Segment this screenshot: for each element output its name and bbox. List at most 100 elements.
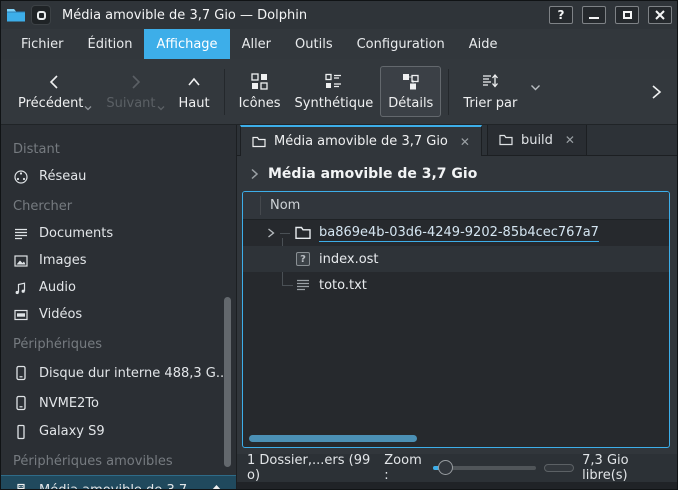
compact-view-button[interactable]: Synthétique xyxy=(288,67,381,116)
music-note-icon xyxy=(13,280,29,296)
file-row[interactable]: toto.txt xyxy=(243,272,669,298)
folder-icon xyxy=(252,136,266,148)
column-header-row[interactable]: Nom xyxy=(243,192,669,220)
zoom-slider[interactable] xyxy=(433,459,536,477)
menu-edition[interactable]: Édition xyxy=(76,29,145,59)
sidebar-scrollbar[interactable] xyxy=(224,297,231,467)
tab-label: Média amovible de 3,7 Gio xyxy=(274,134,448,149)
back-label: Précédent xyxy=(18,96,83,111)
details-view-button[interactable]: Détails xyxy=(380,66,441,117)
titlebar: Média amovible de 3,7 Gio — Dolphin ? xyxy=(1,1,677,29)
eject-button[interactable] xyxy=(209,484,224,489)
toolbar-overflow-button[interactable] xyxy=(645,80,667,104)
toolbar: Précédent Suivant Haut Icônes xyxy=(1,59,677,125)
horizontal-scrollbar[interactable] xyxy=(249,435,417,442)
chevron-down-icon xyxy=(157,105,165,111)
menu-outils[interactable]: Outils xyxy=(283,29,345,59)
hard-drive-icon xyxy=(13,395,29,411)
status-summary: 1 Dossier,...ers (99 o) xyxy=(247,453,372,483)
tab-build[interactable]: build ✕ xyxy=(487,125,587,155)
sort-icon xyxy=(481,72,500,91)
maximize-button[interactable] xyxy=(615,6,639,24)
toolbar-separator xyxy=(448,69,449,115)
file-name[interactable]: ba869e4b-03d6-4249-9202-85b4cec767a7 xyxy=(319,225,599,242)
eject-icon xyxy=(209,484,224,489)
toolbar-separator xyxy=(224,69,225,115)
chevron-right-icon xyxy=(649,84,663,100)
details-view-icon xyxy=(401,72,420,91)
sidebar-item-videos[interactable]: Vidéos xyxy=(1,301,236,328)
help-button[interactable]: ? xyxy=(549,6,573,24)
sort-by-label: Trier par xyxy=(463,96,517,111)
status-bar: 1 Dossier,...ers (99 o) Zoom : 7,3 Gio l… xyxy=(237,454,677,482)
section-header-distant: Distant xyxy=(1,133,236,163)
forward-button[interactable]: Suivant xyxy=(99,68,171,116)
tab-close-icon[interactable]: ✕ xyxy=(460,135,470,149)
sidebar-item-galaxy-s9[interactable]: Galaxy S9 xyxy=(1,418,236,445)
tab-close-icon[interactable]: ✕ xyxy=(565,133,575,147)
menubar: Fichier Édition Affichage Aller Outils C… xyxy=(1,29,677,59)
sidebar-item-label: Galaxy S9 xyxy=(39,424,105,439)
file-view: Nom ba869e4b-03d6-424 xyxy=(242,191,670,448)
chevron-down-icon[interactable] xyxy=(530,84,541,91)
expand-chevron-icon[interactable] xyxy=(267,228,275,238)
sidebar-item-label: NVME2To xyxy=(39,396,224,411)
compact-view-label: Synthétique xyxy=(295,96,374,111)
back-button[interactable]: Précédent xyxy=(11,68,99,116)
sidebar-item-reseau[interactable]: Réseau xyxy=(1,163,236,190)
file-name[interactable]: toto.txt xyxy=(319,278,367,293)
document-lines-icon xyxy=(13,226,29,242)
window-bottom-edge xyxy=(237,482,677,489)
image-icon xyxy=(13,253,29,269)
network-icon xyxy=(13,169,29,185)
sidebar-item-documents[interactable]: Documents xyxy=(1,220,236,247)
close-button[interactable] xyxy=(648,6,672,24)
file-row[interactable]: index.ost xyxy=(243,246,669,272)
slider-handle[interactable] xyxy=(438,460,453,475)
chevron-right-icon xyxy=(126,73,144,91)
sidebar-item-images[interactable]: Images xyxy=(1,247,236,274)
sidebar-item-audio[interactable]: Audio xyxy=(1,274,236,301)
section-header-chercher: Chercher xyxy=(1,190,236,220)
details-view-label: Détails xyxy=(388,96,433,111)
sidebar-item-media-amovible[interactable]: Média amovible de 3,7 ... xyxy=(1,475,236,489)
sidebar-item-label: Documents xyxy=(39,226,113,241)
sidebar-item-label: Audio xyxy=(39,280,76,295)
menu-configuration[interactable]: Configuration xyxy=(345,29,457,59)
minimize-button[interactable] xyxy=(582,6,606,24)
folder-icon xyxy=(295,225,311,241)
icons-view-button[interactable]: Icônes xyxy=(232,67,288,116)
tab-media-amovible[interactable]: Média amovible de 3,7 Gio ✕ xyxy=(240,125,482,156)
sort-by-button[interactable]: Trier par xyxy=(456,67,524,116)
section-header-peripheriques-amovibles: Périphériques amovibles xyxy=(1,445,236,475)
breadcrumb[interactable]: Média amovible de 3,7 Gio xyxy=(237,156,677,191)
menu-fichier[interactable]: Fichier xyxy=(9,29,76,59)
sidebar-item-label: Vidéos xyxy=(39,307,82,322)
chevron-left-icon xyxy=(46,73,64,91)
up-button[interactable]: Haut xyxy=(172,68,217,116)
tab-bar: Média amovible de 3,7 Gio ✕ build ✕ xyxy=(237,125,677,156)
file-name[interactable]: index.ost xyxy=(319,252,379,267)
folder-icon xyxy=(499,134,513,146)
folder-app-icon xyxy=(6,7,26,23)
free-space-text: 7,3 Gio libre(s) xyxy=(582,453,667,483)
menu-affichage[interactable]: Affichage xyxy=(144,29,229,59)
column-separator xyxy=(260,196,261,215)
file-row[interactable]: ba869e4b-03d6-4249-9202-85b4cec767a7 xyxy=(243,220,669,246)
smartphone-icon xyxy=(13,424,29,440)
column-header-nom[interactable]: Nom xyxy=(270,198,300,213)
chevron-right-icon xyxy=(250,168,259,180)
places-panel: Distant Réseau Chercher Documents Images xyxy=(1,125,237,489)
icons-view-label: Icônes xyxy=(239,96,281,111)
menu-aide[interactable]: Aide xyxy=(457,29,510,59)
sidebar-item-disque-interne[interactable]: Disque dur interne 488,3 G... xyxy=(1,358,236,388)
app-badge-icon[interactable] xyxy=(31,5,51,25)
chevron-down-icon xyxy=(84,105,92,111)
breadcrumb-location[interactable]: Média amovible de 3,7 Gio xyxy=(268,166,477,182)
sidebar-item-nvme2to[interactable]: NVME2To xyxy=(1,388,236,418)
menu-aller[interactable]: Aller xyxy=(230,29,283,59)
chevron-up-icon xyxy=(185,73,203,91)
film-icon xyxy=(13,307,29,323)
usb-stick-icon xyxy=(13,483,29,490)
window-title: Média amovible de 3,7 Gio — Dolphin xyxy=(62,8,307,23)
